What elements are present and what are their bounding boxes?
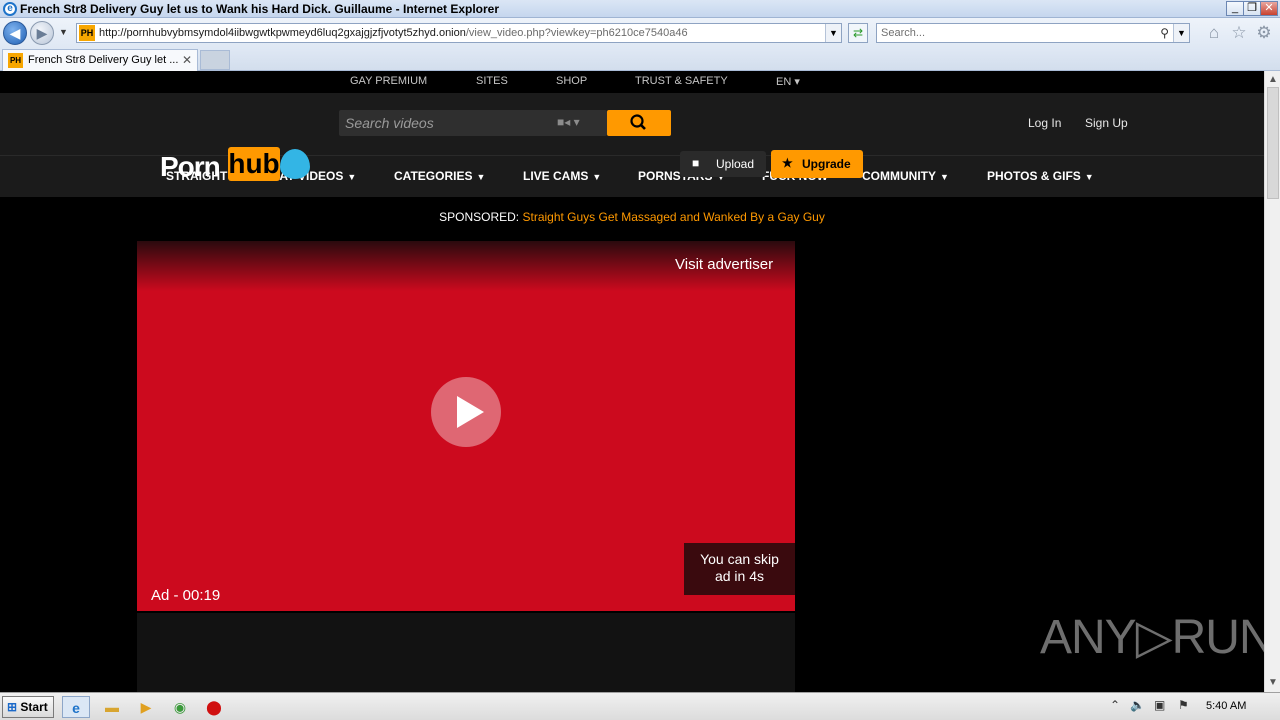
start-label: Start: [20, 700, 48, 714]
windows-logo-icon: ⊞: [7, 700, 18, 714]
tab-bar: PH French Str8 Delivery Guy let ... ✕: [0, 48, 1280, 71]
logo-text-hub: hub: [228, 147, 280, 181]
sponsored-line: SPONSORED: Straight Guys Get Massaged an…: [0, 210, 1264, 224]
skip-ad-line1: You can skip: [700, 551, 779, 567]
search-dropdown-icon[interactable]: ▼: [1173, 24, 1189, 42]
video-player[interactable]: Visit advertiser Ad - 00:19 You can skip…: [137, 241, 795, 611]
web-page: GAY PREMIUM SITES SHOP TRUST & SAFETY EN…: [0, 71, 1264, 692]
search-placeholder: Search...: [881, 27, 926, 39]
vertical-scrollbar[interactable]: ▲ ▼: [1264, 71, 1280, 692]
scroll-down-icon[interactable]: ▼: [1268, 677, 1278, 688]
nav-categories[interactable]: CATEGORIES ▼: [394, 169, 485, 183]
taskbar-opera-icon[interactable]: ⬤: [200, 696, 228, 718]
minimize-button[interactable]: _: [1226, 1, 1244, 16]
logo-text-porn: Porn: [160, 151, 221, 182]
search-button[interactable]: [607, 110, 671, 136]
close-window-button[interactable]: ✕: [1260, 1, 1278, 16]
top-nav: GAY PREMIUM SITES SHOP TRUST & SAFETY EN…: [0, 71, 1264, 93]
scroll-up-icon[interactable]: ▲: [1268, 74, 1278, 85]
video-camera-icon[interactable]: ■◂ ▾: [557, 115, 580, 129]
ad-timer: Ad - 00:19: [151, 587, 221, 604]
upload-button[interactable]: ■ Upload: [680, 151, 766, 177]
site-logo[interactable]: Porn hub: [160, 146, 310, 182]
search-icon: [630, 114, 646, 130]
visit-advertiser-link[interactable]: Visit advertiser: [675, 256, 773, 273]
start-button[interactable]: ⊞ Start: [2, 696, 54, 718]
address-bar[interactable]: PH http://pornhubvybmsymdol4iibwgwtkpwme…: [76, 23, 842, 43]
play-button[interactable]: [431, 377, 501, 447]
player-controls-area: [137, 613, 795, 692]
back-button[interactable]: ◀: [3, 21, 27, 45]
favorites-star-icon[interactable]: ☆: [1229, 23, 1249, 43]
site-favicon-icon: PH: [79, 25, 95, 41]
signup-link[interactable]: Sign Up: [1085, 116, 1128, 130]
tab-favicon-icon: PH: [8, 53, 23, 68]
topnav-language[interactable]: EN ▾: [776, 75, 800, 88]
star-icon: ★: [782, 156, 793, 170]
tab-active[interactable]: PH French Str8 Delivery Guy let ... ✕: [2, 49, 198, 71]
anyrun-watermark: ANY▷RUN: [1040, 611, 1264, 664]
history-dropdown-icon[interactable]: ▼: [59, 27, 68, 37]
skip-ad-line2: ad in 4s: [714, 568, 765, 584]
forward-button[interactable]: ▶: [30, 21, 54, 45]
refresh-icon[interactable]: ⇄: [848, 23, 868, 43]
address-dropdown-icon[interactable]: ▼: [825, 24, 841, 42]
clock[interactable]: 5:40 AM: [1206, 700, 1246, 712]
action-center-flag-icon[interactable]: ⚑: [1178, 698, 1189, 712]
taskbar: ⊞ Start e ▬ ▶ ◉ ⬤ ⌃ 🔈 ▣ ⚑ 5:40 AM: [0, 692, 1280, 720]
url-host: http://pornhubvybmsymdol4iibwgwtkpwmeyd6…: [99, 27, 466, 39]
logo-drop-icon: [280, 149, 310, 179]
camera-icon: ■: [692, 156, 700, 170]
nav-live-cams[interactable]: LIVE CAMS ▼: [523, 169, 601, 183]
sponsored-label: SPONSORED:: [439, 210, 520, 224]
network-icon[interactable]: ▣: [1154, 698, 1165, 712]
login-link[interactable]: Log In: [1028, 116, 1061, 130]
topnav-trust-safety[interactable]: TRUST & SAFETY: [635, 75, 728, 87]
video-search-placeholder: Search videos: [345, 115, 434, 131]
skip-ad-button[interactable]: You can skip ad in 4s: [684, 543, 795, 595]
search-box[interactable]: Search... ⚲ ▼: [876, 23, 1190, 43]
tray-expand-icon[interactable]: ⌃: [1110, 698, 1120, 712]
window-title: French Str8 Delivery Guy let us to Wank …: [20, 2, 500, 16]
upgrade-button[interactable]: ★ Upgrade: [771, 150, 863, 178]
taskbar-media-player-icon[interactable]: ▶: [132, 696, 160, 718]
taskbar-chrome-icon[interactable]: ◉: [166, 696, 194, 718]
window-titlebar: e French Str8 Delivery Guy let us to Wan…: [0, 0, 1280, 18]
taskbar-explorer-icon[interactable]: ▬: [98, 696, 126, 718]
close-tab-icon[interactable]: ✕: [182, 50, 192, 70]
upload-label: Upload: [716, 157, 755, 171]
home-icon[interactable]: ⌂: [1204, 23, 1224, 43]
nav-community[interactable]: COMMUNITY ▼: [862, 169, 949, 183]
address-toolbar: ◀ ▶ ▼ PH http://pornhubvybmsymdol4iibwgw…: [0, 18, 1280, 48]
new-tab-button[interactable]: [200, 50, 230, 70]
upgrade-label: Upgrade: [802, 157, 851, 171]
nav-photos-gifs[interactable]: PHOTOS & GIFS ▼: [987, 169, 1094, 183]
restore-button[interactable]: ❐: [1243, 1, 1261, 16]
search-icon[interactable]: ⚲: [1160, 24, 1169, 42]
internet-explorer-icon: e: [3, 2, 17, 16]
taskbar-ie-icon[interactable]: e: [62, 696, 90, 718]
topnav-shop[interactable]: SHOP: [556, 75, 587, 87]
topnav-gay-premium[interactable]: GAY PREMIUM: [350, 75, 427, 87]
video-search-input[interactable]: Search videos ■◂ ▾: [339, 110, 607, 136]
settings-gear-icon[interactable]: ⚙: [1254, 23, 1274, 43]
play-icon: [457, 396, 484, 428]
topnav-sites[interactable]: SITES: [476, 75, 508, 87]
volume-icon[interactable]: 🔈: [1130, 698, 1145, 712]
url-path: /view_video.php?viewkey=ph6210ce7540a46: [465, 27, 688, 39]
tab-label: French Str8 Delivery Guy let ...: [28, 54, 179, 66]
scrollbar-thumb[interactable]: [1267, 87, 1279, 199]
sponsored-link[interactable]: Straight Guys Get Massaged and Wanked By…: [522, 210, 824, 224]
